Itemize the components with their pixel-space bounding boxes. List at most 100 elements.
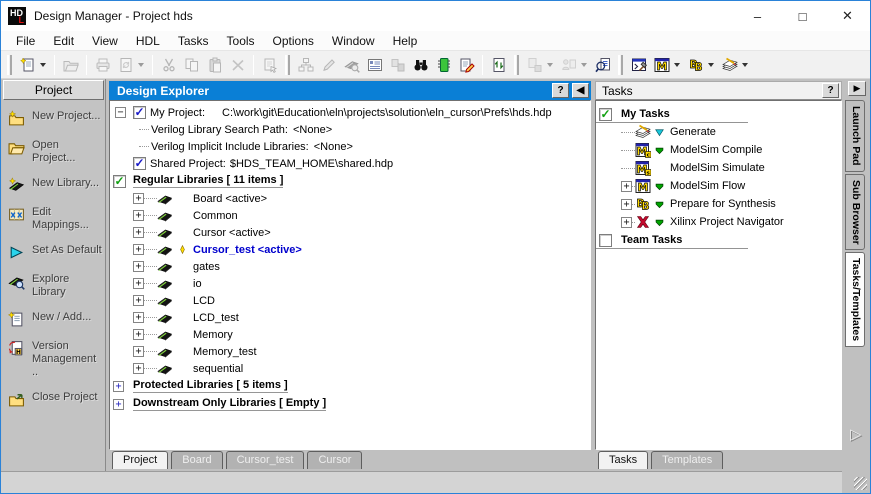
protected-libraries-section[interactable]: + Protected Libraries [ 5 items ] [110, 377, 590, 395]
toolbar-grip[interactable] [514, 55, 519, 75]
explorer-tab-cursor-test[interactable]: Cursor_test [226, 451, 305, 469]
maximize-button[interactable]: □ [780, 1, 825, 31]
verilog-include-row[interactable]: Verilog Implicit Include Libraries: <Non… [110, 138, 590, 155]
menu-hdl[interactable]: HDL [127, 32, 169, 50]
open-as-hdl-button[interactable] [432, 53, 455, 76]
team-tasks-checkbox[interactable]: ✓ [599, 234, 612, 247]
protected-expander-icon[interactable]: + [113, 381, 124, 392]
task-row-modelsim-compile[interactable]: McModelSim Compile [596, 141, 841, 159]
library-expander-icon[interactable]: + [133, 193, 144, 204]
task-row-modelsim-simulate[interactable]: MsModelSim Simulate [596, 159, 841, 177]
sidebar-item-edit-mappings[interactable]: Edit Mappings... [2, 200, 105, 238]
library-expander-icon[interactable]: + [133, 227, 144, 238]
explorer-tab-project[interactable]: Project [112, 451, 168, 469]
explorer-help-button[interactable]: ? [552, 83, 569, 98]
team-tasks-section[interactable]: ✓ Team Tasks [596, 231, 841, 249]
downstream-libraries-section[interactable]: + Downstream Only Libraries [ Empty ] [110, 395, 590, 413]
sidebar-item-explore-library[interactable]: Explore Library [2, 267, 105, 305]
library-row[interactable]: +LCD [110, 292, 590, 309]
menu-view[interactable]: View [83, 32, 127, 50]
tasks-flow-dropdown-icon[interactable] [742, 63, 748, 67]
regular-libraries-section[interactable]: ✓ Regular Libraries [ 11 items ] [110, 172, 590, 190]
strip-arrow-icon[interactable]: ▷ [850, 425, 862, 443]
shared-project-checkbox[interactable]: ✓ [133, 157, 146, 170]
explorer-tab-board[interactable]: Board [171, 451, 222, 469]
menu-options[interactable]: Options [264, 32, 323, 50]
my-project-checkbox[interactable]: ✓ [133, 106, 146, 119]
sidebar-item-new-project[interactable]: New Project... [2, 104, 105, 133]
view-log-button[interactable] [591, 53, 614, 76]
task-expander-icon[interactable]: + [621, 217, 632, 228]
new-dropdown-icon[interactable] [40, 63, 46, 67]
modelsim-flow-dropdown-icon[interactable] [674, 63, 680, 67]
library-row[interactable]: +io [110, 275, 590, 292]
menu-help[interactable]: Help [384, 32, 427, 50]
menu-window[interactable]: Window [323, 32, 384, 50]
library-row[interactable]: +Board <active> [110, 190, 590, 207]
task-row-generate[interactable]: Generate [596, 123, 841, 141]
library-row[interactable]: +Common [110, 207, 590, 224]
my-project-row[interactable]: − ✓ My Project: C:\work\git\Education\el… [110, 104, 590, 121]
library-expander-icon[interactable]: + [133, 312, 144, 323]
tasks-tab-tasks[interactable]: Tasks [598, 451, 648, 469]
library-row[interactable]: +Memory_test [110, 343, 590, 360]
library-expander-icon[interactable]: + [133, 363, 144, 374]
library-expander-icon[interactable]: + [133, 244, 144, 255]
toolbar-grip[interactable] [285, 55, 290, 75]
library-row[interactable]: +LCD_test [110, 309, 590, 326]
minimize-button[interactable]: – [735, 1, 780, 31]
library-expander-icon[interactable]: + [133, 261, 144, 272]
sidebar-item-version-management[interactable]: HVersion Management .. [2, 334, 105, 385]
my-tasks-checkbox[interactable]: ✓ [599, 108, 612, 121]
task-row-xilinx-project-navigator[interactable]: +Xilinx Project Navigator [596, 213, 841, 231]
tasks-tab-templates[interactable]: Templates [651, 451, 723, 469]
resize-grip[interactable] [854, 477, 867, 490]
library-row[interactable]: +gates [110, 258, 590, 275]
downstream-expander-icon[interactable]: + [113, 399, 124, 410]
library-expander-icon[interactable]: + [133, 329, 144, 340]
menu-tools[interactable]: Tools [218, 32, 264, 50]
menu-file[interactable]: File [7, 32, 44, 50]
details-view-button[interactable] [363, 53, 386, 76]
generate-button[interactable] [627, 53, 650, 76]
edit-document-button[interactable] [455, 53, 478, 76]
library-expander-icon[interactable]: + [133, 278, 144, 289]
sidebar-item-new-library[interactable]: New Library... [2, 171, 105, 200]
library-expander-icon[interactable]: + [133, 346, 144, 357]
task-row-prepare-for-synthesis[interactable]: +BBPrepare for Synthesis [596, 195, 841, 213]
menu-tasks[interactable]: Tasks [169, 32, 218, 50]
side-tab-sub-browser[interactable]: Sub Browser [845, 174, 865, 251]
close-button[interactable]: ✕ [825, 1, 870, 31]
my-tasks-section[interactable]: ✓ My Tasks [596, 105, 841, 123]
explorer-collapse-button[interactable]: ◀ [572, 83, 589, 98]
regular-libraries-checkbox[interactable]: ✓ [113, 175, 126, 188]
synthesis-flow-dropdown-icon[interactable] [708, 63, 714, 67]
task-expander-icon[interactable]: + [621, 181, 632, 192]
task-row-modelsim-flow[interactable]: +MModelSim Flow [596, 177, 841, 195]
side-tab-launch-pad[interactable]: Launch Pad [845, 100, 865, 172]
tasks-flow-button[interactable] [718, 53, 741, 76]
side-tab-tasks-templates[interactable]: Tasks/Templates [845, 252, 865, 347]
refresh-button[interactable] [487, 53, 510, 76]
library-row[interactable]: +Memory [110, 326, 590, 343]
sidebar-item-close-project[interactable]: Close Project [2, 385, 105, 414]
library-row[interactable]: +Cursor <active> [110, 224, 590, 241]
verilog-search-path-row[interactable]: Verilog Library Search Path: <None> [110, 121, 590, 138]
task-expander-icon[interactable]: + [621, 199, 632, 210]
sidebar-item-open-project[interactable]: Open Project... [2, 133, 105, 171]
new-button[interactable] [16, 53, 39, 76]
collapse-expander-icon[interactable]: − [115, 107, 126, 118]
sidebar-item-set-as-default[interactable]: Set As Default [2, 238, 105, 267]
menu-edit[interactable]: Edit [44, 32, 83, 50]
synthesis-flow-button[interactable]: BB [684, 53, 707, 76]
explorer-tab-cursor[interactable]: Cursor [307, 451, 362, 469]
sidebar-item-new-add[interactable]: New / Add... [2, 305, 105, 334]
modelsim-flow-button[interactable]: M [650, 53, 673, 76]
library-expander-icon[interactable]: + [133, 295, 144, 306]
shared-project-row[interactable]: ✓ Shared Project: $HDS_TEAM_HOME\shared.… [110, 155, 590, 172]
toolbar-grip[interactable] [618, 55, 623, 75]
library-row[interactable]: +Cursor_test <active> [110, 241, 590, 258]
strip-expand-button[interactable]: ▶ [848, 81, 866, 96]
find-button[interactable] [409, 53, 432, 76]
library-expander-icon[interactable]: + [133, 210, 144, 221]
